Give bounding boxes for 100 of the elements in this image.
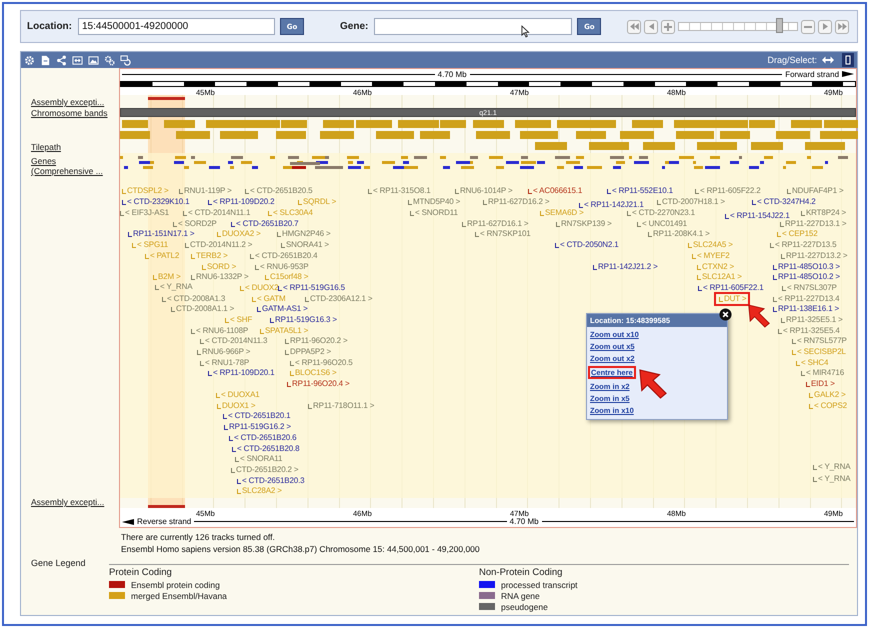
gene-label[interactable]: < AC066615.1: [527, 186, 582, 196]
gene-label[interactable]: RNU6-966P >: [196, 347, 250, 357]
gene-label[interactable]: GATM-AS1 >: [256, 304, 308, 314]
gene-label[interactable]: RP11-485O10.3 >: [772, 262, 840, 272]
gene-label[interactable]: < CTD-2651B20.5: [244, 186, 312, 196]
gene-label[interactable]: < COPS2: [808, 401, 847, 411]
location-input[interactable]: 15:44500001-49200000: [78, 18, 275, 35]
gene-label[interactable]: RP11-627D16.1 >: [461, 219, 528, 229]
gene-label[interactable]: GALK2 >: [808, 390, 846, 400]
gene-label[interactable]: < Y_RNA: [812, 462, 850, 472]
gene-label[interactable]: CTD-2014N11.2 >: [184, 240, 252, 250]
back-button[interactable]: [644, 20, 658, 34]
gene-label[interactable]: < RNU6-1108P: [190, 326, 248, 336]
gene-label[interactable]: SPATA5L1 >: [259, 326, 308, 336]
gene-label[interactable]: RP11-151N17.1 >: [127, 229, 194, 239]
gears-icon[interactable]: [104, 54, 115, 66]
gene-label[interactable]: TERB2 >: [190, 251, 228, 261]
gene-label[interactable]: < GATM: [251, 294, 286, 304]
track-label[interactable]: Assembly excepti...: [31, 497, 119, 507]
gene-label[interactable]: < CTD-2270N23.1: [626, 208, 695, 218]
gene-label[interactable]: RN7SKP139 >: [555, 219, 612, 229]
refresh-icon[interactable]: [120, 54, 131, 66]
gene-label[interactable]: < RP11-605F22.1: [697, 283, 764, 293]
slider-handle[interactable]: [776, 18, 784, 33]
gene-label[interactable]: < CTD-2329K10.1: [121, 197, 190, 207]
gene-label[interactable]: RP11-142J21.2 >: [592, 262, 658, 272]
gene-label[interactable]: SORD >: [201, 262, 236, 272]
gene-label[interactable]: < CTD-2651B20.1: [222, 411, 290, 421]
gene-label[interactable]: HMGN2P46 >: [276, 229, 331, 239]
gene-label[interactable]: RP11-96O20.4 >: [286, 379, 350, 389]
gene-label[interactable]: SEMA6D >: [539, 208, 584, 218]
gene-label[interactable]: < RP11-315O8.1: [367, 186, 431, 196]
zoom-out-button[interactable]: [801, 20, 815, 34]
track-label[interactable]: Chromosome bands: [31, 108, 119, 118]
gene-label[interactable]: RNU6-1014P >: [454, 186, 513, 196]
gene-label[interactable]: < RP11-519G16.5: [277, 283, 345, 293]
gene-label[interactable]: < RP11-142J21.1: [578, 200, 644, 210]
gene-label[interactable]: < CTD-2014N11.1: [182, 208, 250, 218]
gene-label[interactable]: < CTD-2651B20.3: [236, 476, 304, 486]
gene-label[interactable]: < RP11-325E5.4: [777, 326, 840, 336]
select-icon[interactable]: [842, 53, 854, 67]
track-sublabel[interactable]: (Comprehensive ...: [31, 166, 119, 176]
gene-label[interactable]: NDUFAF4P1 >: [786, 186, 844, 196]
gene-label[interactable]: < Y_RNA: [812, 474, 850, 484]
gene-label[interactable]: < DUOX2: [239, 283, 278, 293]
gene-label[interactable]: RP11-227D13.2 >: [780, 251, 848, 261]
gene-label[interactable]: SQRDL >: [297, 197, 336, 207]
gene-label[interactable]: < CTD-2651B20.4: [249, 251, 318, 261]
gene-label[interactable]: < SNORD11: [409, 208, 458, 218]
forward-button[interactable]: [818, 20, 832, 34]
gene-label[interactable]: < CTD-3247H4.2: [751, 197, 816, 207]
gene-input[interactable]: [374, 18, 572, 35]
gene-label[interactable]: < SORD2P: [172, 219, 217, 229]
gene-label[interactable]: < SPG11: [131, 240, 168, 250]
gene-label[interactable]: RP11-138E16.1 >: [772, 304, 839, 314]
skip-back-button[interactable]: [627, 20, 641, 34]
gene-label[interactable]: MTND5P40 >: [407, 197, 460, 207]
gene-label[interactable]: CTD-2008A1.1 >: [170, 304, 234, 314]
gene-label[interactable]: < CEP152: [776, 229, 818, 239]
gene-label[interactable]: < RP11-605F22.2: [694, 186, 761, 196]
gene-label[interactable]: < CTD-2014N11.3: [199, 336, 268, 346]
gene-label[interactable]: < UNC01491: [636, 219, 687, 229]
gene-label[interactable]: RNU6-1332P >: [190, 272, 249, 282]
gene-label[interactable]: < CTD-2651B20.7: [230, 219, 298, 229]
gene-label[interactable]: CTDSPL2 >: [121, 186, 169, 196]
track-label[interactable]: Tilepath: [31, 142, 119, 152]
gene-label[interactable]: RP11-519G16.3 >: [269, 315, 337, 325]
gene-label[interactable]: < RP11-552E10.1: [606, 186, 673, 196]
gene-label[interactable]: < Y_RNA: [154, 282, 192, 292]
zoom-in-button[interactable]: [661, 20, 675, 34]
gene-label[interactable]: < RP11-109D20.1: [207, 368, 274, 378]
gene-label[interactable]: RP11-519G16.2 >: [223, 422, 291, 432]
gene-label[interactable]: RP11-325E5.1 >: [780, 315, 843, 325]
gene-label[interactable]: < RNU1-78P: [199, 358, 250, 368]
gene-label[interactable]: EID1 >: [805, 379, 835, 389]
gene-label[interactable]: < EIF3J-AS1: [119, 208, 169, 218]
gene-label[interactable]: KRT8P24 >: [800, 208, 846, 218]
gene-label[interactable]: < RP11-109D20.2: [207, 197, 274, 207]
gene-label[interactable]: < RP11-154J22.1: [724, 211, 790, 221]
gene-label[interactable]: < CTD-2008A1.3: [161, 294, 226, 304]
gene-label[interactable]: C15orf48 >: [264, 272, 308, 282]
gene-label[interactable]: < RN7SKP101: [474, 229, 531, 239]
gene-label[interactable]: < RP11-96O20.5: [289, 358, 353, 368]
gene-label[interactable]: < RP11-227D13.5: [769, 240, 836, 250]
gene-label[interactable]: < RP11-227D13.4: [772, 294, 840, 304]
gene-label[interactable]: RP11-227D13.1 >: [779, 219, 846, 229]
share-icon[interactable]: [56, 54, 67, 66]
gene-label[interactable]: CTD-2007H18.1 >: [656, 197, 725, 207]
double-arrow-icon[interactable]: [822, 56, 834, 64]
gene-label[interactable]: RP11-627D16.2 >: [482, 197, 550, 207]
gene-label[interactable]: < SNORA11: [234, 454, 282, 464]
gene-label[interactable]: < MYEF2: [691, 251, 730, 261]
resize-icon[interactable]: [72, 54, 83, 66]
gene-label[interactable]: RNU1-119P >: [178, 186, 232, 196]
gene-label[interactable]: B2M >: [152, 272, 181, 282]
gene-label[interactable]: < MIR4716: [800, 368, 844, 378]
gene-label[interactable]: DUT >: [714, 292, 750, 306]
settings-icon[interactable]: [24, 54, 35, 66]
gene-label[interactable]: DPPA5P2 >: [284, 347, 331, 357]
gene-label[interactable]: CTD-2651B20.2 >: [230, 465, 298, 475]
